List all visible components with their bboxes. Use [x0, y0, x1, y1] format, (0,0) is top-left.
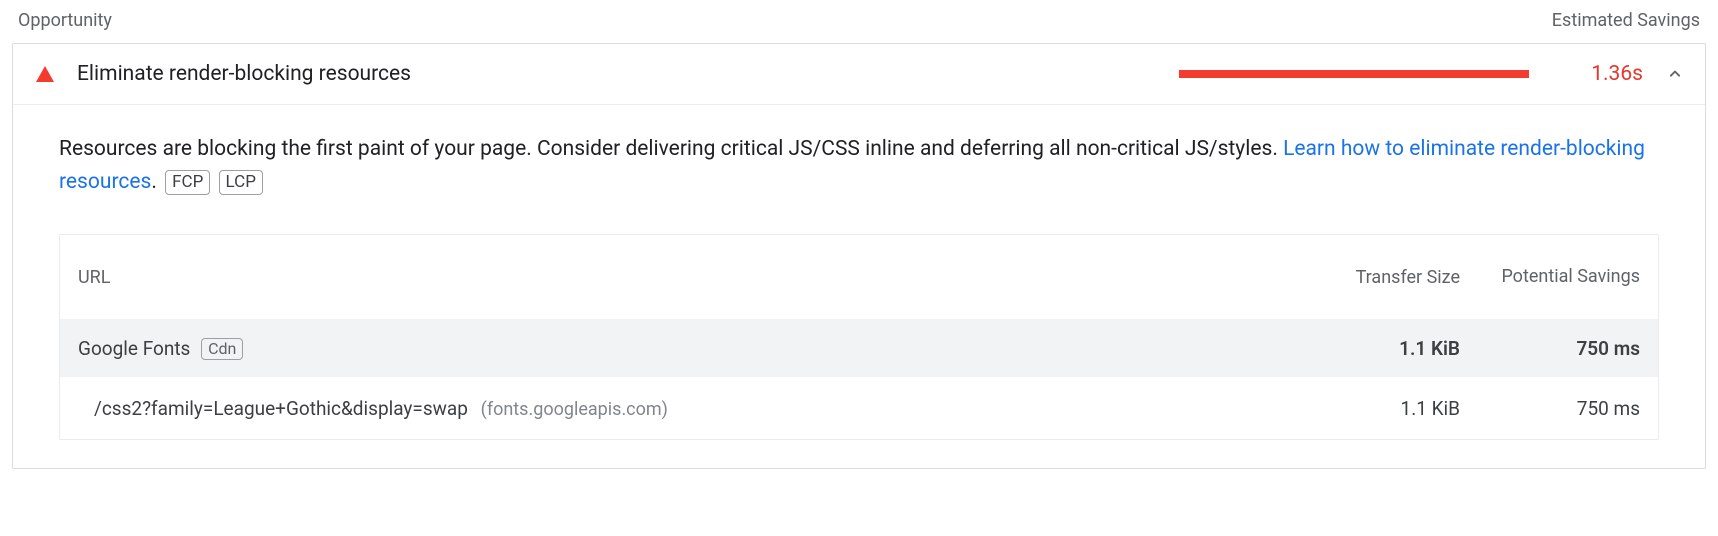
chevron-up-icon: [1665, 64, 1685, 84]
opportunity-summary-row[interactable]: Eliminate render-blocking resources 1.36…: [13, 44, 1705, 104]
table-header-row: URL Transfer Size Potential Savings: [60, 235, 1658, 319]
description-text: Resources are blocking the first paint o…: [59, 137, 1283, 161]
table-group-row: Google Fonts Cdn 1.1 KiB 750 ms: [60, 319, 1658, 377]
col-header-potential-savings: Potential Savings: [1460, 265, 1640, 289]
group-name-cell: Google Fonts Cdn: [78, 337, 1280, 360]
group-name: Google Fonts: [78, 337, 190, 360]
estimated-savings-header: Estimated Savings: [1552, 10, 1700, 31]
cdn-tag: Cdn: [201, 338, 243, 360]
opportunity-header: Opportunity: [18, 10, 112, 31]
group-savings: 750 ms: [1460, 337, 1640, 360]
item-size: 1.1 KiB: [1280, 397, 1460, 420]
item-url-cell: /css2?family=League+Gothic&display=swap …: [78, 397, 1280, 420]
item-path: /css2?family=League+Gothic&display=swap: [94, 397, 468, 420]
opportunity-details: Resources are blocking the first paint o…: [13, 104, 1705, 468]
fail-triangle-icon: [35, 66, 55, 82]
description-period: .: [151, 170, 157, 194]
table-row: /css2?family=League+Gothic&display=swap …: [60, 377, 1658, 439]
item-savings: 750 ms: [1460, 397, 1640, 420]
column-headers: Opportunity Estimated Savings: [12, 0, 1706, 43]
savings-value: 1.36s: [1583, 62, 1643, 86]
col-header-url: URL: [78, 267, 1280, 288]
group-size: 1.1 KiB: [1280, 337, 1460, 360]
resources-table: URL Transfer Size Potential Savings Goog…: [59, 234, 1659, 440]
item-host: (fonts.googleapis.com): [481, 399, 668, 420]
opportunity-card: Eliminate render-blocking resources 1.36…: [12, 43, 1706, 469]
fcp-chip: FCP: [165, 170, 210, 195]
opportunity-title: Eliminate render-blocking resources: [77, 62, 411, 86]
opportunity-description: Resources are blocking the first paint o…: [59, 133, 1659, 198]
savings-bar: [1179, 70, 1529, 78]
col-header-transfer-size: Transfer Size: [1280, 267, 1460, 288]
lcp-chip: LCP: [219, 170, 263, 195]
